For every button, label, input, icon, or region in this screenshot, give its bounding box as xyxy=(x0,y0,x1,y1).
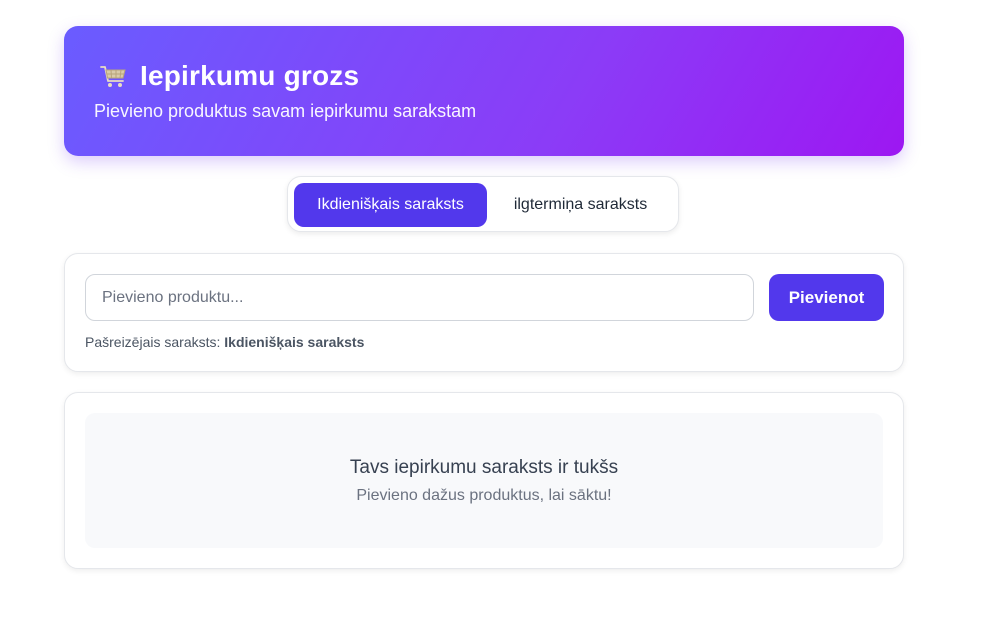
header-title-row: Iepirkumu grozs xyxy=(98,60,359,92)
current-list-prefix: Pašreizējais saraksts: xyxy=(85,334,221,350)
add-product-button[interactable]: Pievienot xyxy=(769,274,884,321)
page-title: Iepirkumu grozs xyxy=(140,60,360,91)
header-banner: Iepirkumu grozs Pievieno produktus savam… xyxy=(64,26,904,156)
empty-list-state: Tavs iepirkumu saraksts ir tukšs Pievien… xyxy=(85,413,883,548)
shopping-list-card: Tavs iepirkumu saraksts ir tukšs Pievien… xyxy=(64,392,904,569)
list-tabs: Ikdienišķais saraksts ilgtermiņa sarakst… xyxy=(287,176,679,232)
current-list-info: Pašreizējais saraksts: Ikdienišķais sara… xyxy=(85,334,364,350)
tab-longterm-list[interactable]: ilgtermiņa saraksts xyxy=(487,183,674,227)
page-subtitle: Pievieno produktus savam iepirkumu sarak… xyxy=(94,101,477,121)
shopping-cart-icon xyxy=(98,61,128,91)
empty-list-title: Tavs iepirkumu saraksts ir tukšs xyxy=(349,457,619,478)
tab-daily-list[interactable]: Ikdienišķais saraksts xyxy=(294,183,487,227)
current-list-name: Ikdienišķais saraksts xyxy=(224,334,365,350)
product-input[interactable] xyxy=(85,274,754,321)
empty-list-subtitle: Pievieno dažus produktus, lai sāktu! xyxy=(356,487,612,504)
add-product-card: Pievienot Pašreizējais saraksts: Ikdieni… xyxy=(64,253,904,372)
